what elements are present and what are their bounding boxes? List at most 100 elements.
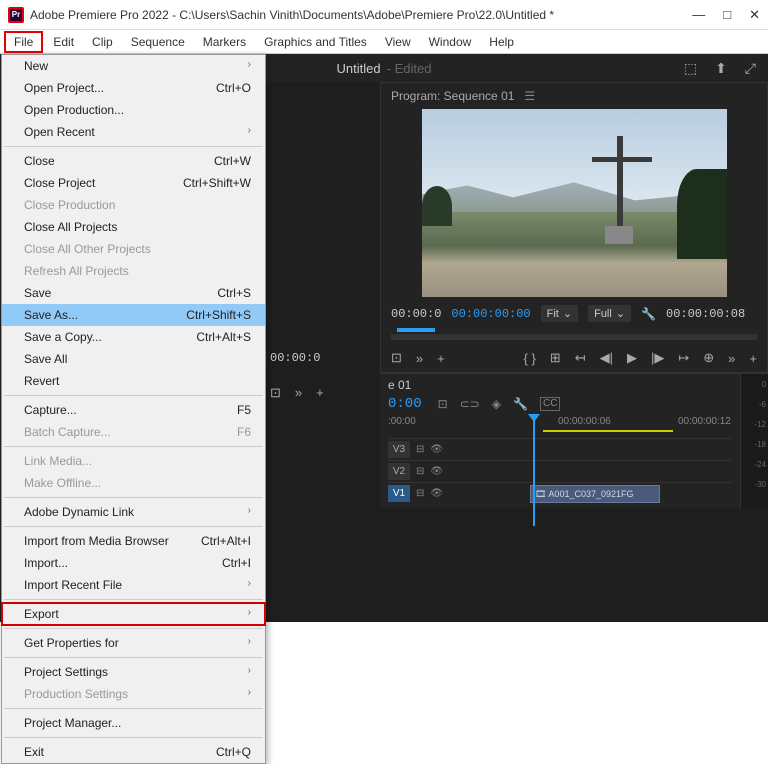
menu-item-save-all[interactable]: Save All	[2, 348, 265, 370]
transport-button[interactable]: ▶	[627, 350, 637, 366]
menu-separator	[4, 737, 263, 738]
new-item-icon[interactable]: ⬚	[684, 60, 697, 77]
clip[interactable]: 🎞 A001_C037_0921FG	[530, 485, 660, 503]
menu-markers[interactable]: Markers	[195, 33, 254, 51]
insert-button[interactable]: +	[437, 351, 445, 366]
menu-file[interactable]: File	[4, 31, 43, 53]
menu-item-open-recent[interactable]: Open Recent›	[2, 121, 265, 143]
menu-item-save-a-copy[interactable]: Save a Copy...Ctrl+Alt+S	[2, 326, 265, 348]
menu-item-open-project[interactable]: Open Project...Ctrl+O	[2, 77, 265, 99]
menu-sequence[interactable]: Sequence	[123, 33, 193, 51]
menu-window[interactable]: Window	[421, 33, 480, 51]
menu-item-capture[interactable]: Capture...F5	[2, 399, 265, 421]
project-tab[interactable]: Untitled	[337, 61, 381, 76]
transport-button[interactable]: ⊕	[703, 350, 714, 366]
menu-item-label: Get Properties for	[24, 636, 119, 650]
playhead-indicator[interactable]	[397, 328, 435, 332]
transport-button[interactable]: +	[749, 351, 757, 366]
submenu-arrow-icon: ›	[248, 505, 251, 519]
zoom-fit-select[interactable]: Fit⌄	[541, 305, 578, 322]
menu-separator	[4, 657, 263, 658]
quality-select[interactable]: Full⌄	[588, 305, 631, 322]
menu-item-import-from-media-browser[interactable]: Import from Media BrowserCtrl+Alt+I	[2, 530, 265, 552]
insert-button[interactable]: »	[295, 385, 302, 401]
menu-item-open-production[interactable]: Open Production...	[2, 99, 265, 121]
menu-item-save-as[interactable]: Save As...Ctrl+Shift+S	[2, 304, 265, 326]
track-label[interactable]: V3	[388, 441, 410, 458]
track-v2[interactable]: V2⊟👁	[388, 460, 732, 482]
menu-item-close-project[interactable]: Close ProjectCtrl+Shift+W	[2, 172, 265, 194]
file-menu-dropdown: New›Open Project...Ctrl+OOpen Production…	[1, 54, 266, 764]
menu-graphics-and-titles[interactable]: Graphics and Titles	[256, 33, 375, 51]
cc-icon[interactable]: CC	[540, 397, 560, 411]
track-label[interactable]: V2	[388, 463, 410, 480]
menu-item-project-manager[interactable]: Project Manager...	[2, 712, 265, 734]
fullscreen-icon[interactable]: ⤢	[745, 60, 756, 77]
eye-icon[interactable]: 👁	[430, 444, 443, 455]
toggle-output-icon[interactable]: ⊟	[416, 488, 424, 499]
minimize-button[interactable]: —	[692, 7, 705, 23]
transport-button[interactable]: ◀|	[600, 350, 613, 366]
insert-button[interactable]: +	[316, 385, 324, 401]
snap-icon[interactable]: ⊡	[438, 397, 448, 411]
work-area-bar[interactable]	[543, 430, 673, 432]
panel-menu-icon[interactable]: ☰	[524, 89, 535, 103]
toggle-output-icon[interactable]: ⊟	[416, 466, 424, 477]
transport-button[interactable]: ⊞	[550, 350, 561, 366]
menu-item-close-all-projects[interactable]: Close All Projects	[2, 216, 265, 238]
menu-item-import-recent-file[interactable]: Import Recent File›	[2, 574, 265, 596]
menu-separator	[4, 395, 263, 396]
menu-item-label: Save As...	[24, 308, 78, 322]
menu-item-close-production: Close Production	[2, 194, 265, 216]
menu-item-new[interactable]: New›	[2, 55, 265, 77]
menu-item-save[interactable]: SaveCtrl+S	[2, 282, 265, 304]
menu-item-project-settings[interactable]: Project Settings›	[2, 661, 265, 683]
transport-button[interactable]: { }	[524, 351, 536, 366]
menu-item-revert[interactable]: Revert	[2, 370, 265, 392]
menu-item-import[interactable]: Import...Ctrl+I	[2, 552, 265, 574]
video-viewer[interactable]	[422, 109, 727, 297]
menu-item-exit[interactable]: ExitCtrl+Q	[2, 741, 265, 763]
menu-item-label: Close Production	[24, 198, 115, 212]
meter-tick: -18	[754, 440, 766, 449]
menu-item-get-properties-for[interactable]: Get Properties for ›	[2, 632, 265, 654]
submenu-arrow-icon: ›	[248, 636, 251, 650]
menu-view[interactable]: View	[377, 33, 419, 51]
link-icon[interactable]: ⊂⊃	[460, 397, 480, 411]
playhead[interactable]	[533, 416, 535, 526]
transport-button[interactable]: |▶	[651, 350, 664, 366]
sequence-tools: ⊡ ⊂⊃ ◈ 🔧 CC	[438, 397, 561, 411]
track-v3[interactable]: V3 ⊟ 👁	[388, 438, 732, 460]
timeline-ruler[interactable]: :00:0000:00:00:0600:00:00:1200:00:00	[388, 416, 732, 434]
insert-button[interactable]: »	[416, 351, 423, 366]
transport-button[interactable]: ↦	[678, 350, 689, 366]
track-label[interactable]: V1	[388, 485, 410, 502]
menu-clip[interactable]: Clip	[84, 33, 121, 51]
maximize-button[interactable]: □	[723, 7, 731, 23]
menu-edit[interactable]: Edit	[45, 33, 82, 51]
track-v1[interactable]: V1 ⊟ 👁 🎞 A001_C037_0921FG	[388, 482, 732, 504]
timecode-current[interactable]: 00:00:00:00	[451, 307, 530, 321]
marker-icon[interactable]: ◈	[492, 397, 501, 411]
menu-item-close[interactable]: CloseCtrl+W	[2, 150, 265, 172]
transport-button[interactable]: »	[728, 351, 735, 366]
track-toggles: ⊟👁	[410, 466, 460, 477]
settings-icon[interactable]: 🔧	[641, 307, 656, 321]
meter-tick: -24	[754, 460, 766, 469]
insert-button[interactable]: ⊡	[391, 350, 402, 366]
eye-icon[interactable]: 👁	[430, 488, 443, 499]
menu-item-adobe-dynamic-link[interactable]: Adobe Dynamic Link›	[2, 501, 265, 523]
wrench-icon[interactable]: 🔧	[513, 397, 528, 411]
menu-help[interactable]: Help	[481, 33, 522, 51]
menu-item-label: Close All Projects	[24, 220, 117, 234]
scrub-bar[interactable]	[391, 334, 757, 340]
insert-button[interactable]: ⊡	[270, 385, 281, 401]
menu-item-refresh-all-projects: Refresh All Projects	[2, 260, 265, 282]
sequence-timecode[interactable]: 0:00	[388, 396, 422, 412]
sequence-tab[interactable]: e 01	[388, 378, 411, 392]
eye-icon[interactable]: 👁	[430, 466, 443, 477]
export-icon[interactable]: ⬆	[715, 60, 727, 77]
toggle-output-icon[interactable]: ⊟	[416, 444, 424, 455]
close-button[interactable]: ✕	[749, 7, 760, 23]
transport-button[interactable]: ↤	[575, 350, 586, 366]
